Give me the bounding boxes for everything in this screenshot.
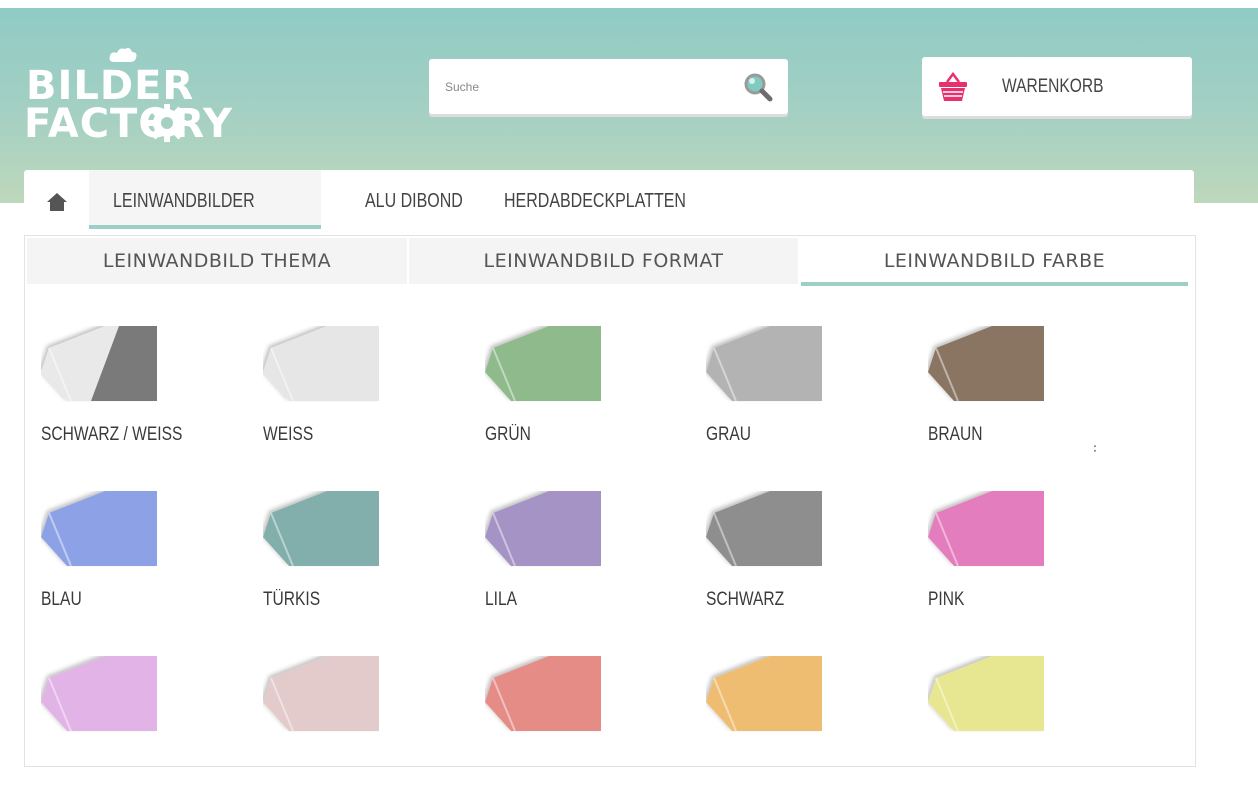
canvas-swatch-image (928, 491, 1044, 567)
canvas-swatch-image (263, 326, 379, 402)
nav-item-alu-dibond[interactable]: ALU DIBOND (365, 170, 487, 233)
logo-line2: FACTORY (24, 101, 233, 147)
canvas-swatch-image (41, 491, 157, 567)
swatch-face (263, 326, 379, 401)
tab-label: LEINWANDBILD FARBE (883, 250, 1106, 272)
color-tile[interactable]: TÜRKIS (263, 491, 463, 641)
nav-item-label: ALU DIBOND (365, 190, 463, 212)
color-tile[interactable]: GRAU (706, 326, 906, 476)
color-label: GRÜN (485, 424, 531, 445)
tab-leinwandbild-thema[interactable]: LEINWANDBILD THEMA (27, 238, 407, 284)
swatch-face (485, 326, 601, 401)
swatch-face (263, 656, 379, 731)
canvas-swatch-image (41, 326, 157, 402)
color-tile[interactable]: LILA (485, 491, 685, 641)
canvas-swatch-image (706, 656, 822, 732)
gear-icon (148, 104, 186, 142)
canvas-swatch-image (706, 491, 822, 567)
color-tile[interactable]: PINK (928, 491, 1128, 641)
swatch-face (41, 491, 157, 566)
color-label: BRAUN (928, 424, 983, 445)
canvas-swatch-image (706, 326, 822, 402)
swatch-face (485, 656, 601, 731)
tab-leinwandbild-farbe[interactable]: LEINWANDBILD FARBE (801, 238, 1188, 286)
tab-leinwandbild-format[interactable]: LEINWANDBILD FORMAT (409, 238, 798, 284)
tab-label: LEINWANDBILD FORMAT (483, 250, 724, 272)
canvas-swatch-image (485, 326, 601, 402)
main-nav: LEINWANDBILDER ALU DIBOND HERDABDECKPLAT… (24, 170, 1194, 233)
home-icon[interactable] (46, 192, 68, 212)
canvas-swatch-image (41, 656, 157, 732)
search-icon[interactable] (741, 71, 775, 103)
color-tile[interactable]: SCHWARZ / WEISS (41, 326, 241, 476)
nav-item-leinwandbilder[interactable]: LEINWANDBILDER (89, 170, 321, 229)
swatch-face (485, 491, 601, 566)
nav-item-label: LEINWANDBILDER (113, 190, 255, 212)
swatch-face (928, 656, 1044, 731)
basket-icon (939, 72, 967, 101)
color-tile[interactable] (485, 656, 685, 806)
color-tile[interactable]: GRÜN (485, 326, 685, 476)
search-input[interactable] (443, 73, 727, 101)
color-tile[interactable]: BLAU (41, 491, 241, 641)
category-panel: LEINWANDBILD THEMA LEINWANDBILD FORMAT L… (24, 235, 1196, 767)
swatch-face (263, 491, 379, 566)
bilder-factory-logo[interactable]: BILDER FACTORY (24, 46, 264, 146)
cloud-icon (109, 48, 137, 62)
swatch-face (706, 491, 822, 566)
swatch-face (706, 656, 822, 731)
color-label: BLAU (41, 589, 82, 610)
canvas-swatch-image (928, 656, 1044, 732)
color-label: SCHWARZ / WEISS (41, 424, 183, 445)
nav-item-label: HERDABDECKPLATTEN (504, 190, 686, 212)
nav-item-herdabdeckplatten[interactable]: HERDABDECKPLATTEN (504, 170, 731, 233)
color-label: TÜRKIS (263, 589, 321, 610)
color-tile[interactable] (41, 656, 241, 806)
cart-label: WARENKORB (1002, 76, 1104, 97)
search-box (429, 59, 788, 114)
canvas-swatch-image (928, 326, 1044, 402)
swatch-face (706, 326, 822, 401)
logo-line1: BILDER (26, 63, 195, 109)
color-label: LILA (485, 589, 518, 610)
color-label: PINK (928, 589, 965, 610)
color-tile[interactable] (263, 656, 463, 806)
tab-label: LEINWANDBILD THEMA (102, 250, 332, 272)
swatch-face (928, 491, 1044, 566)
color-tile[interactable]: BRAUN (928, 326, 1128, 476)
color-label: WEISS (263, 424, 314, 445)
canvas-swatch-image (485, 491, 601, 567)
top-strip (0, 0, 1258, 8)
canvas-swatch-image (485, 656, 601, 732)
canvas-swatch-image (263, 491, 379, 567)
color-tile[interactable] (928, 656, 1128, 806)
canvas-swatch-image (263, 656, 379, 732)
cart-button[interactable]: WARENKORB (922, 57, 1192, 116)
swatch-face (41, 656, 157, 731)
color-tile[interactable] (706, 656, 906, 806)
color-tile[interactable]: SCHWARZ (706, 491, 906, 641)
color-tile[interactable]: WEISS (263, 326, 463, 476)
stray-glyph: ꞉ (1093, 440, 1097, 456)
color-label: SCHWARZ (706, 589, 785, 610)
color-label: GRAU (706, 424, 752, 445)
swatch-face (928, 326, 1044, 401)
